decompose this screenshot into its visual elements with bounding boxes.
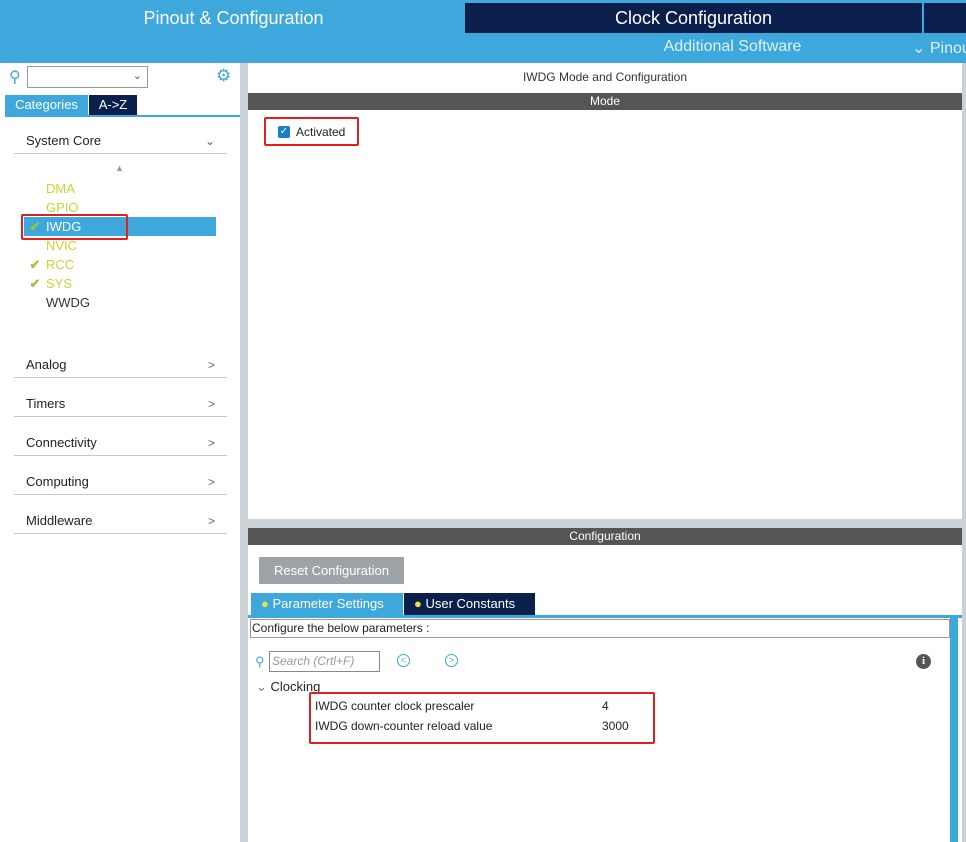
category-middleware[interactable]: Middleware > <box>14 508 227 534</box>
check-icon: ✔ <box>29 256 41 272</box>
sidebar: ⚲ ⌄ ⚙ Categories A->Z System Core ⌄ ▲ DMA… <box>0 63 240 842</box>
chevron-right-icon: > <box>207 435 215 450</box>
param-prescaler-name: IWDG counter clock prescaler <box>315 699 475 713</box>
chevron-down-icon: ⌄ <box>256 679 267 694</box>
configuration-header: Configuration <box>248 528 962 545</box>
list-item-rcc[interactable]: ✔ RCC <box>24 255 216 274</box>
chevron-right-icon: > <box>207 357 215 372</box>
splitter[interactable] <box>248 519 962 528</box>
tab-a-z[interactable]: A->Z <box>89 95 137 115</box>
tab-additional-software[interactable]: Additional Software <box>600 38 865 56</box>
tab-user-constants[interactable]: ● User Constants <box>404 593 535 615</box>
search-input[interactable]: ⌄ <box>27 66 148 88</box>
scroll-up-icon[interactable]: ▲ <box>115 163 124 173</box>
checkbox-checked-icon: ✓ <box>278 125 290 138</box>
tab-pinout-view[interactable]: ⌄ Pinout <box>912 38 966 58</box>
chevron-down-icon: ⌄ <box>912 40 926 57</box>
mode-header: Mode <box>248 93 962 110</box>
tab-pinout-configuration[interactable]: Pinout & Configuration <box>3 3 464 33</box>
list-item-nvic[interactable]: NVIC <box>24 236 216 255</box>
search-icon: ⚲ <box>9 69 21 86</box>
param-reload-value[interactable]: 3000 <box>602 719 629 733</box>
chevron-down-icon: ⌄ <box>204 133 215 148</box>
param-reload-name: IWDG down-counter reload value <box>315 719 493 733</box>
main-scrollbar[interactable] <box>962 63 966 842</box>
sidebar-scrollbar[interactable] <box>240 63 248 842</box>
category-system-core[interactable]: System Core ⌄ <box>14 128 227 154</box>
config-scrollbar[interactable] <box>950 618 958 842</box>
chevron-right-icon: > <box>207 513 215 528</box>
tab-categories[interactable]: Categories <box>5 95 88 115</box>
tab-parameter-settings[interactable]: ● Parameter Settings <box>251 593 403 615</box>
chevron-down-icon: ⌄ <box>132 70 142 82</box>
list-item-wwdg[interactable]: WWDG <box>24 293 216 312</box>
top-bar: Pinout & Configuration Clock Configurati… <box>0 0 966 63</box>
chevron-right-icon: > <box>207 474 215 489</box>
tab-clock-configuration[interactable]: Clock Configuration <box>465 3 922 33</box>
check-icon: ✔ <box>29 275 41 291</box>
list-item-dma[interactable]: DMA <box>24 179 216 198</box>
gear-icon[interactable]: ⚙ <box>216 66 231 86</box>
chevron-right-icon: > <box>207 396 215 411</box>
previous-icon[interactable]: < <box>397 654 410 667</box>
parameter-search-input[interactable]: Search (Crtl+F) <box>269 651 380 672</box>
category-computing[interactable]: Computing > <box>14 469 227 495</box>
page-title: IWDG Mode and Configuration <box>522 70 688 84</box>
info-icon[interactable]: i <box>916 654 931 669</box>
search-icon: ⚲ <box>255 654 265 669</box>
category-timers[interactable]: Timers > <box>14 391 227 417</box>
reset-configuration-button[interactable]: Reset Configuration <box>259 557 404 584</box>
tab-more[interactable] <box>924 3 966 33</box>
activated-checkbox[interactable]: ✓ Activated <box>264 117 359 146</box>
hint-text: Configure the below parameters : <box>250 619 950 638</box>
next-icon[interactable]: > <box>445 654 458 667</box>
check-circle-icon: ● <box>414 596 422 611</box>
check-circle-icon: ● <box>261 596 269 611</box>
category-analog[interactable]: Analog > <box>14 352 227 378</box>
list-item-sys[interactable]: ✔ SYS <box>24 274 216 293</box>
category-connectivity[interactable]: Connectivity > <box>14 430 227 456</box>
param-prescaler-value[interactable]: 4 <box>602 699 609 713</box>
